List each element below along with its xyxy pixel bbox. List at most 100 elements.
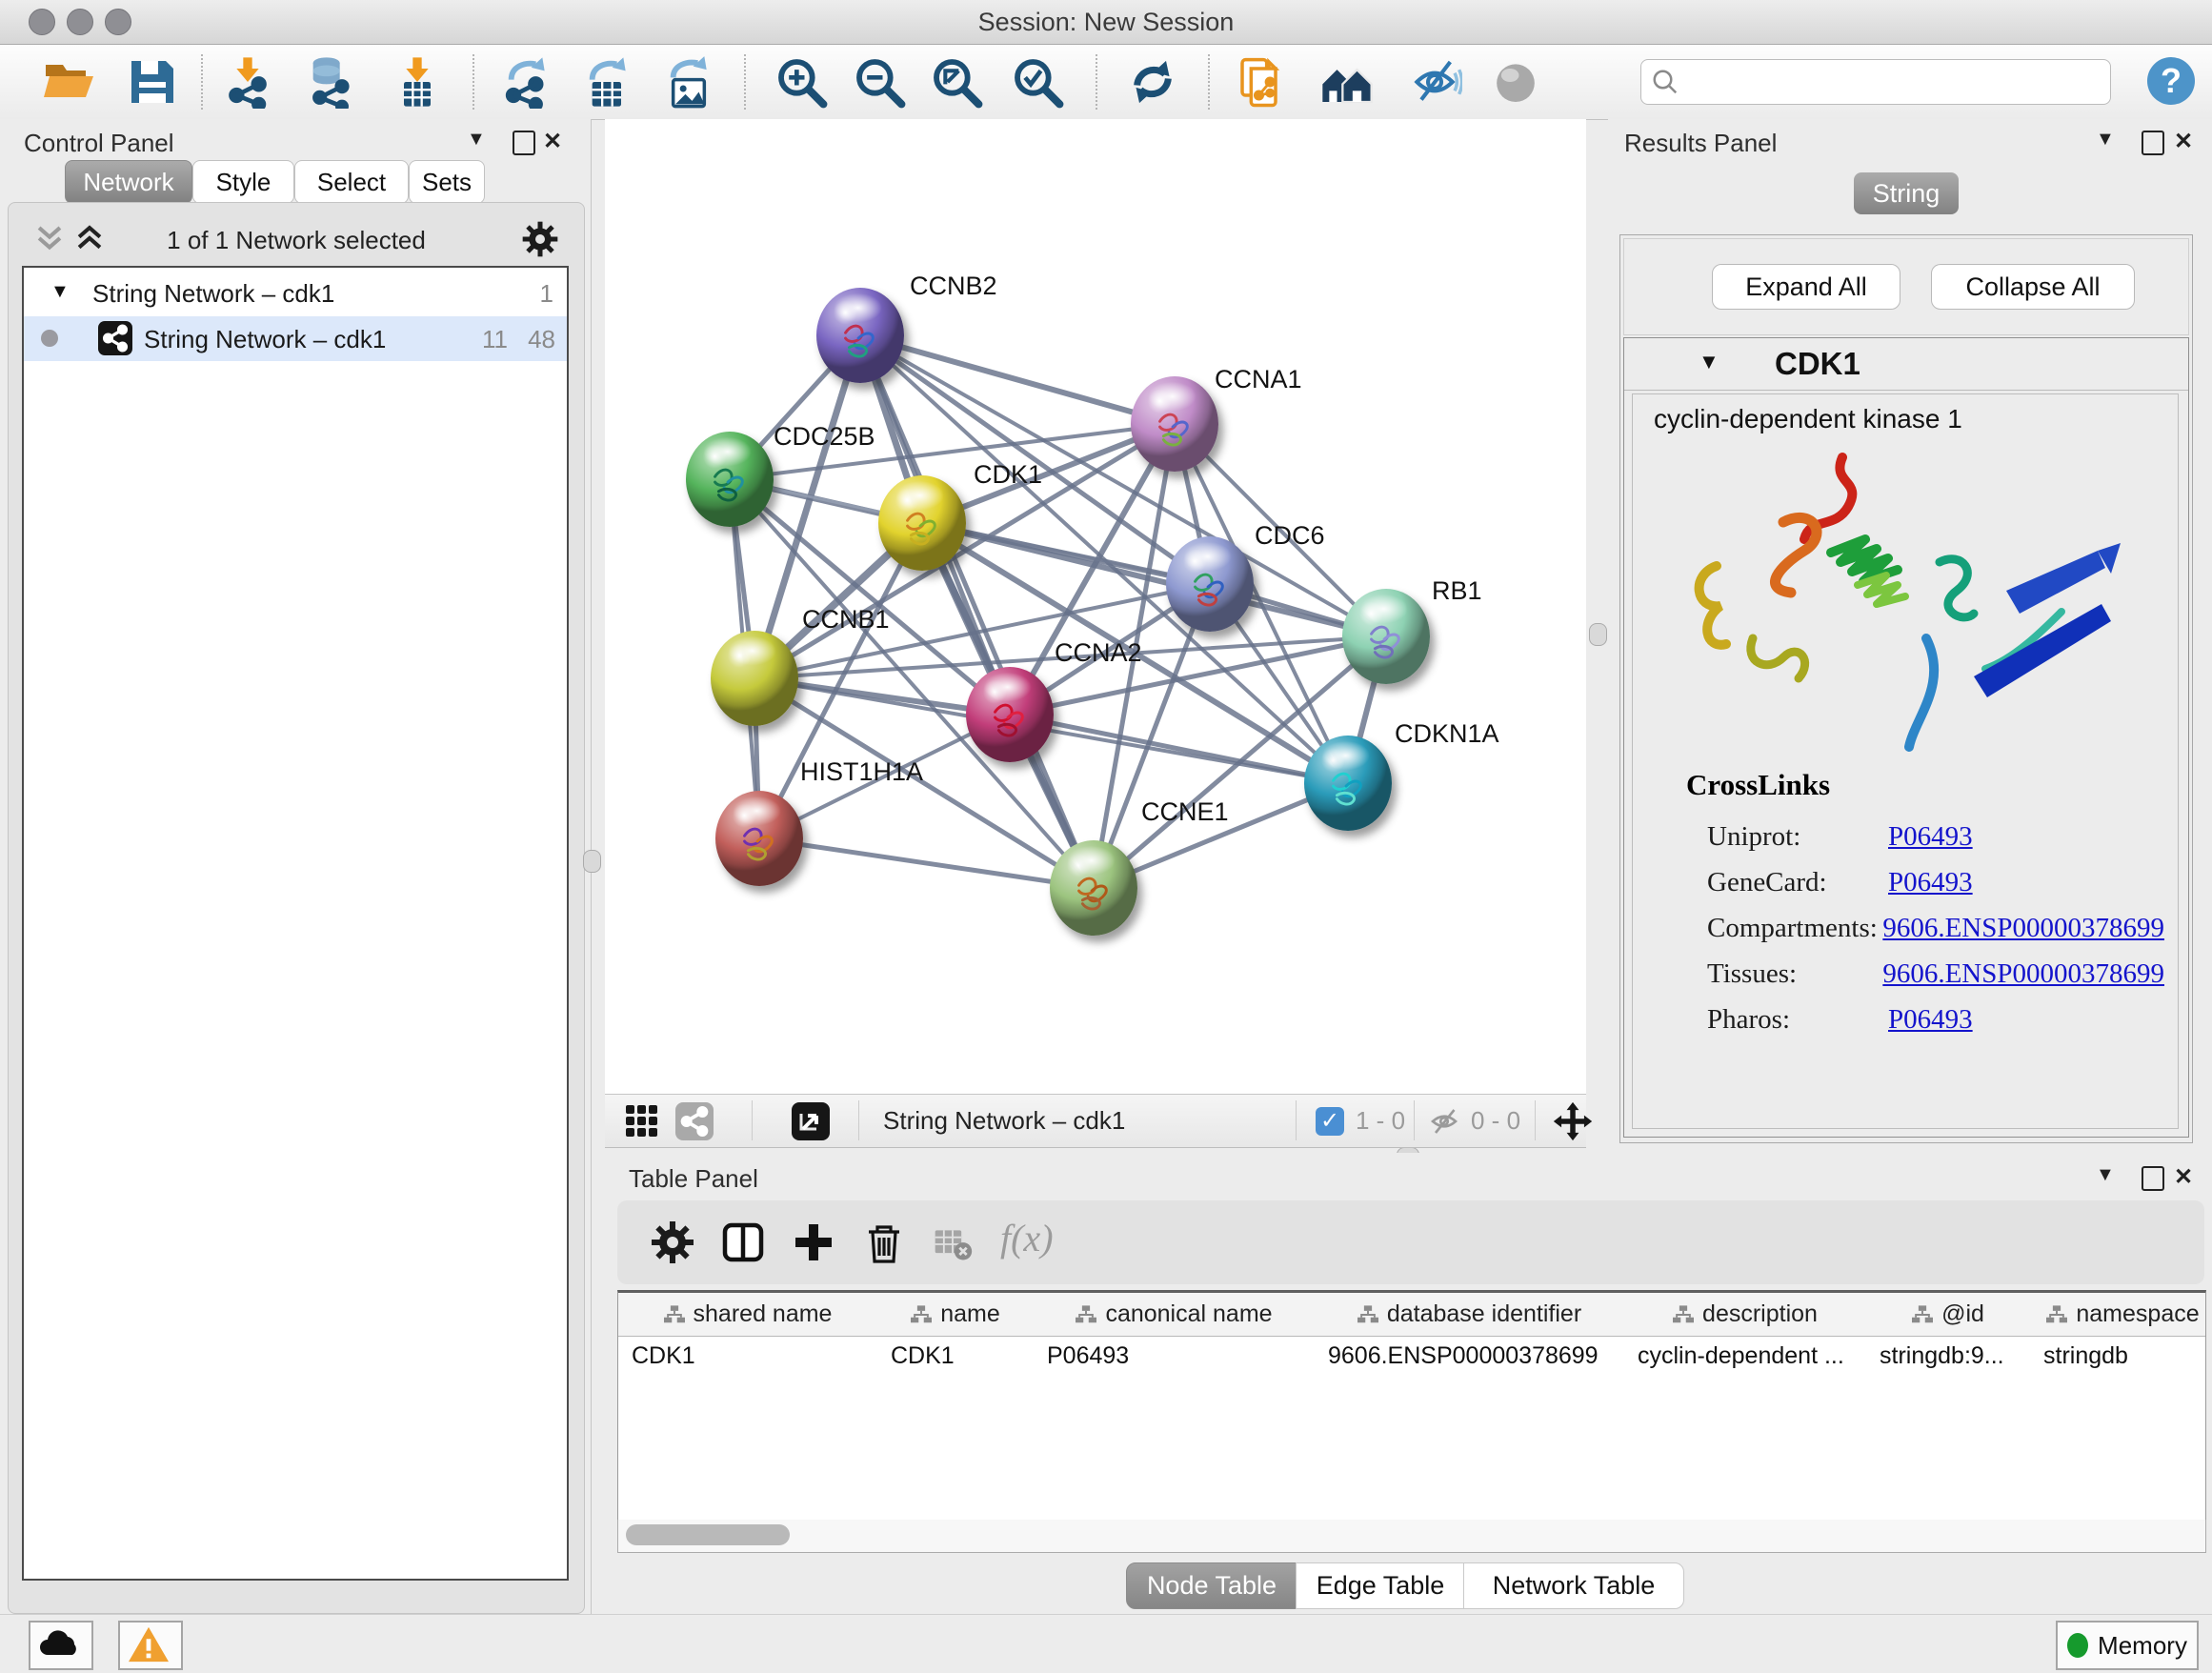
protein-structure-thumbnail: [702, 456, 757, 512]
tab-network-table[interactable]: Network Table: [1463, 1562, 1684, 1609]
export-network-icon[interactable]: [499, 55, 554, 109]
crosslink-link[interactable]: P06493: [1888, 867, 1973, 898]
network-node-cdc6[interactable]: [1166, 536, 1254, 632]
float-panel-icon[interactable]: ▼: [467, 129, 486, 151]
column-header-database-identifier[interactable]: database identifier: [1315, 1293, 1625, 1337]
table-cell[interactable]: P06493: [1034, 1337, 1315, 1375]
tab-node-table[interactable]: Node Table: [1126, 1562, 1297, 1609]
warnings-button[interactable]: [118, 1621, 183, 1670]
import-network-file-icon[interactable]: [220, 55, 275, 109]
network-collection-row[interactable]: ▼ String Network – cdk1 1: [24, 272, 567, 316]
node-table[interactable]: shared nameCDK1nameCDK1canonical nameP06…: [617, 1290, 2206, 1530]
column-header-shared-name[interactable]: shared name: [618, 1293, 878, 1337]
export-table-icon[interactable]: [580, 55, 635, 109]
network-node-hist1h1a[interactable]: [715, 791, 803, 886]
home-icon[interactable]: [1319, 55, 1375, 109]
close-panel-icon[interactable]: ✕: [2174, 1163, 2193, 1191]
right-splitter-handle[interactable]: [1589, 623, 1607, 646]
import-network-database-icon[interactable]: [301, 55, 356, 109]
tab-edge-table[interactable]: Edge Table: [1296, 1562, 1465, 1609]
network-view-canvas[interactable]: CCNB2CCNA1CDC25BCDK1CDC6RB1CCNB1CCNA2CDK…: [605, 119, 1586, 1094]
search-input[interactable]: [1640, 59, 2111, 105]
table-cell[interactable]: CDK1: [618, 1337, 877, 1375]
network-node-cdc25b[interactable]: [686, 432, 774, 527]
disclosure-triangle-icon[interactable]: ▼: [1699, 350, 1719, 374]
memory-status-dot-icon: [2067, 1633, 2088, 1658]
table-cell[interactable]: stringdb:9...: [1866, 1337, 2030, 1375]
tab-sets[interactable]: Sets: [409, 160, 485, 204]
function-builder-fx-icon: f(x): [1000, 1216, 1054, 1260]
refresh-icon[interactable]: [1125, 55, 1180, 109]
toolbar-separator: [744, 54, 746, 110]
crosslink-link[interactable]: 9606.ENSP00000378699: [1882, 958, 2164, 990]
network-node-cdkn1a[interactable]: [1304, 736, 1392, 831]
network-status-dot-icon: [41, 330, 58, 347]
tab-select[interactable]: Select: [294, 160, 409, 204]
open-session-icon[interactable]: [42, 55, 97, 109]
table-cell[interactable]: stringdb: [2030, 1337, 2206, 1375]
node-label-ccne1: CCNE1: [1141, 797, 1229, 827]
close-panel-icon[interactable]: ✕: [543, 128, 562, 155]
tab-style[interactable]: Style: [192, 160, 294, 204]
table-cell[interactable]: cyclin-dependent ...: [1624, 1337, 1866, 1375]
tab-network[interactable]: Network: [65, 160, 192, 204]
disclosure-triangle-icon[interactable]: ▼: [50, 281, 70, 303]
table-cell[interactable]: CDK1: [877, 1337, 1034, 1375]
table-settings-gear-icon[interactable]: [650, 1219, 695, 1272]
pan-move-icon[interactable]: [1552, 1100, 1594, 1149]
float-panel-icon[interactable]: ▼: [2096, 129, 2115, 151]
delete-column-trash-icon[interactable]: [861, 1219, 907, 1272]
column-header-canonical-name[interactable]: canonical name: [1034, 1293, 1316, 1337]
network-node-ccne1[interactable]: [1050, 840, 1137, 936]
left-splitter-handle[interactable]: [583, 850, 601, 873]
network-options-gear-icon[interactable]: [521, 220, 559, 258]
selected-checkbox-icon[interactable]: ✓: [1316, 1107, 1344, 1136]
hide-unselected-eye-slash-icon[interactable]: [1407, 55, 1462, 109]
column-header--id[interactable]: @id: [1866, 1293, 2031, 1337]
save-session-icon[interactable]: [125, 55, 180, 109]
tab-string[interactable]: String: [1854, 172, 1959, 214]
network-node-rb1[interactable]: [1342, 589, 1430, 684]
maximize-panel-icon[interactable]: [2142, 131, 2164, 155]
table-horizontal-scrollbar[interactable]: [617, 1520, 2206, 1553]
help-icon[interactable]: ?: [2147, 57, 2195, 105]
crosslink-link[interactable]: 9606.ENSP00000378699: [1882, 913, 2164, 944]
network-node-ccna1[interactable]: [1131, 376, 1218, 472]
export-image-icon[interactable]: [661, 55, 716, 109]
gene-header-row[interactable]: ▼ CDK1: [1624, 338, 2188, 391]
status-bar: Memory: [0, 1614, 2212, 1672]
show-columns-icon[interactable]: [720, 1219, 766, 1272]
column-header-namespace[interactable]: namespace: [2030, 1293, 2206, 1337]
float-panel-icon[interactable]: ▼: [2096, 1164, 2115, 1186]
maximize-panel-icon[interactable]: [2142, 1166, 2164, 1191]
crosslink-label: Uniprot:: [1707, 821, 1888, 853]
cloud-status-button[interactable]: [29, 1621, 93, 1670]
column-header-name[interactable]: name: [877, 1293, 1035, 1337]
share-document-icon[interactable]: [1235, 55, 1290, 109]
import-table-icon[interactable]: [390, 55, 445, 109]
add-column-plus-icon[interactable]: [791, 1219, 836, 1272]
collapse-all-button[interactable]: Collapse All: [1931, 264, 2135, 310]
view-grid-icon[interactable]: [624, 1103, 660, 1146]
close-panel-icon[interactable]: ✕: [2174, 128, 2193, 155]
network-manager: 1 of 1 Network selected ▼ String Network…: [8, 202, 585, 1614]
memory-button[interactable]: Memory: [2056, 1621, 2199, 1670]
network-row-selected[interactable]: String Network – cdk1 11 48: [24, 316, 567, 361]
zoom-fit-icon[interactable]: [929, 55, 984, 109]
column-header-description[interactable]: description: [1624, 1293, 1867, 1337]
network-node-ccna2[interactable]: [966, 667, 1054, 762]
network-node-ccnb2[interactable]: [816, 288, 904, 383]
scrollbar-thumb[interactable]: [626, 1524, 790, 1545]
zoom-out-icon[interactable]: [852, 55, 907, 109]
birds-eye-view-icon[interactable]: [792, 1102, 830, 1140]
maximize-panel-icon[interactable]: [513, 131, 535, 155]
crosslink-link[interactable]: P06493: [1888, 1004, 1973, 1036]
network-node-ccnb1[interactable]: [711, 631, 798, 726]
hidden-eye-slash-icon[interactable]: [1426, 1104, 1462, 1145]
zoom-selected-icon[interactable]: [1010, 55, 1065, 109]
expand-all-button[interactable]: Expand All: [1712, 264, 1900, 310]
network-node-cdk1[interactable]: [878, 475, 966, 571]
table-cell[interactable]: 9606.ENSP00000378699: [1315, 1337, 1624, 1375]
crosslink-link[interactable]: P06493: [1888, 821, 1973, 853]
zoom-in-icon[interactable]: [774, 55, 829, 109]
